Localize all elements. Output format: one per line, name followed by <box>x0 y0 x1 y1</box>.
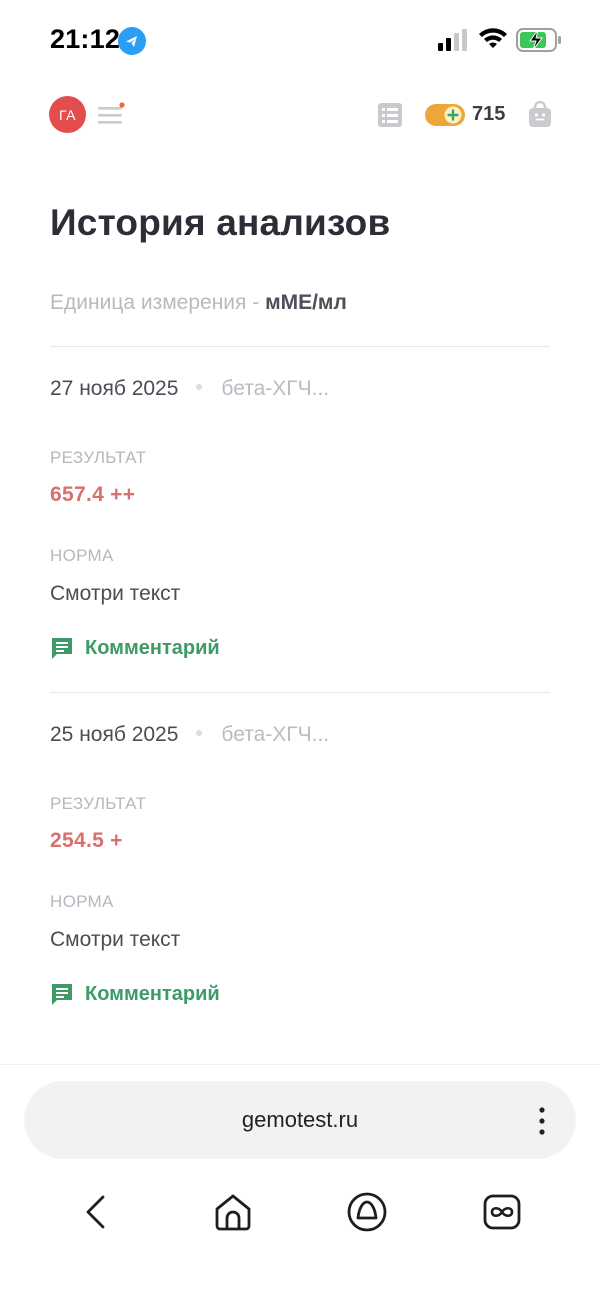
unit-line: Единица измерения - мМЕ/мл <box>50 291 347 315</box>
unit-label: Единица измерения - <box>50 291 266 314</box>
alice-icon[interactable] <box>345 1190 389 1234</box>
norm-label: НОРМА <box>50 546 114 565</box>
comment-link[interactable]: Комментарий <box>50 636 220 660</box>
entry-header: 25 нояб 2025 бета-ХГЧ... <box>50 723 329 747</box>
comment-label: Комментарий <box>85 636 220 659</box>
bonus-toggle-icon[interactable] <box>425 104 465 126</box>
url-bar[interactable]: gemotest.ru <box>24 1081 576 1159</box>
divider <box>50 692 550 693</box>
comment-icon <box>52 984 72 1005</box>
page-title: История анализов <box>50 202 391 243</box>
result-label: РЕЗУЛЬТАТ <box>50 794 147 813</box>
separator-dot <box>196 384 203 391</box>
more-icon[interactable] <box>538 1106 546 1136</box>
status-time: 21:12 <box>50 24 121 54</box>
entry-date: 25 нояб 2025 <box>50 723 179 746</box>
menu-icon[interactable] <box>96 101 128 129</box>
analysis-entry: 25 нояб 2025 бета-ХГЧ... РЕЗУЛЬТАТ 254.5 … <box>50 723 550 1023</box>
telegram-icon <box>118 27 146 55</box>
comment-icon <box>52 638 72 659</box>
home-icon[interactable] <box>211 1190 255 1234</box>
result-label: РЕЗУЛЬТАТ <box>50 448 147 467</box>
status-bar: 21:12 <box>0 0 600 80</box>
norm-value: Смотри текст <box>50 928 181 951</box>
entry-test-name[interactable]: бета-ХГЧ... <box>221 723 329 746</box>
analysis-entry: 27 нояб 2025 бета-ХГЧ... РЕЗУЛЬТАТ 657.4 … <box>50 377 550 677</box>
tabs-icon[interactable] <box>480 1190 524 1234</box>
norm-value: Смотри текст <box>50 582 181 605</box>
wifi-icon <box>479 28 507 48</box>
norm-label: НОРМА <box>50 892 114 911</box>
url-text: gemotest.ru <box>241 1107 359 1132</box>
battery-charging-icon <box>516 28 561 52</box>
back-icon[interactable] <box>75 1190 119 1234</box>
bonus-count: 715 <box>472 103 506 125</box>
separator-dot <box>196 730 203 737</box>
signal-icon <box>438 29 467 51</box>
result-value: 254.5 + <box>50 829 123 852</box>
entry-test-name[interactable]: бета-ХГЧ... <box>221 377 329 400</box>
avatar[interactable]: ГА <box>49 96 86 133</box>
shopping-bag-icon[interactable] <box>528 101 552 128</box>
browser-toolbar: gemotest.ru <box>0 1064 600 1297</box>
page: 21:12 ГА 715 История анализов Единица из… <box>0 0 600 1297</box>
comment-link[interactable]: Комментарий <box>50 982 220 1006</box>
unit-value: мМЕ/мл <box>265 291 347 314</box>
result-value: 657.4 ++ <box>50 483 136 506</box>
list-icon[interactable] <box>377 102 403 128</box>
entry-header: 27 нояб 2025 бета-ХГЧ... <box>50 377 329 401</box>
entry-date: 27 нояб 2025 <box>50 377 179 400</box>
comment-label: Комментарий <box>85 982 220 1005</box>
divider <box>50 346 550 347</box>
